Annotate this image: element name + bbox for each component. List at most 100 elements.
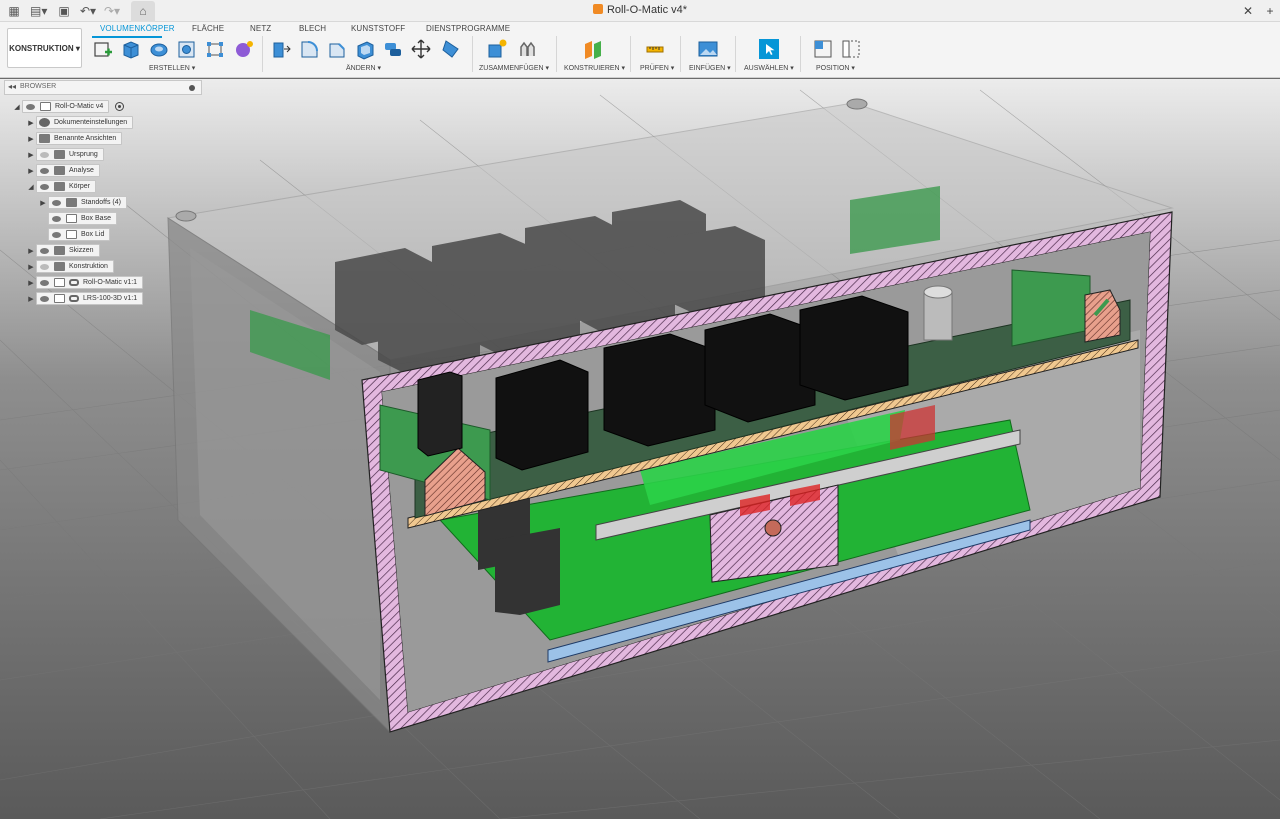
model-canvas[interactable] bbox=[0, 79, 1280, 819]
offset-plane-icon[interactable] bbox=[582, 38, 604, 60]
browser-node-ursprung[interactable]: ▶ Ursprung bbox=[26, 148, 104, 161]
visibility-eye-icon[interactable] bbox=[39, 295, 51, 303]
measure-icon[interactable] bbox=[644, 38, 666, 60]
pattern-icon[interactable] bbox=[204, 38, 226, 60]
expand-arrow-icon[interactable]: ▶ bbox=[26, 279, 36, 287]
browser-node-standoffs[interactable]: ▶ Standoffs (4) bbox=[38, 196, 127, 209]
expand-arrow-icon[interactable]: ▶ bbox=[26, 167, 36, 175]
tab-dienstprogramme[interactable]: DIENSTPROGRAMME bbox=[426, 24, 510, 33]
browser-node-label: Roll-O-Matic v1:1 bbox=[83, 279, 138, 286]
visibility-eye-icon[interactable] bbox=[39, 279, 51, 287]
visibility-eye-icon[interactable] bbox=[25, 103, 37, 111]
shell-icon[interactable] bbox=[354, 38, 376, 60]
hole-icon[interactable] bbox=[176, 38, 198, 60]
group-einfuegen[interactable]: EINFÜGEN ▾ bbox=[689, 64, 731, 72]
expand-arrow-icon[interactable]: ▶ bbox=[26, 151, 36, 159]
document-title: Roll-O-Matic v4* bbox=[0, 4, 1280, 16]
browser-node-root[interactable]: ◢ Roll-O-Matic v4 bbox=[12, 100, 125, 113]
browser-node-konstruktion[interactable]: ▶ Konstruktion bbox=[26, 260, 114, 273]
folder-icon bbox=[39, 134, 50, 143]
3d-viewport[interactable] bbox=[0, 79, 1280, 819]
browser-node-box-lid[interactable]: Box Lid bbox=[48, 228, 111, 241]
close-tab-icon[interactable]: ✕ bbox=[1240, 3, 1256, 19]
expand-arrow-icon[interactable]: ▶ bbox=[26, 263, 36, 271]
group-auswaehlen[interactable]: AUSWÄHLEN ▾ bbox=[744, 64, 794, 72]
press-pull-icon[interactable] bbox=[270, 38, 292, 60]
fillet-icon[interactable] bbox=[298, 38, 320, 60]
workspace-label: KONSTRUKTION ▾ bbox=[9, 43, 80, 53]
revolve-icon[interactable] bbox=[148, 38, 170, 60]
create-form-icon[interactable] bbox=[233, 38, 255, 60]
new-tab-icon[interactable]: + bbox=[1262, 3, 1278, 19]
expand-arrow-icon[interactable]: ▶ bbox=[26, 247, 36, 255]
folder-icon bbox=[54, 166, 65, 175]
create-sketch-icon[interactable] bbox=[92, 38, 114, 60]
group-aendern[interactable]: ÄNDERN ▾ bbox=[346, 64, 381, 72]
extrude-icon[interactable] bbox=[120, 38, 142, 60]
title-bar: ▦ ▤▾ ▣ ↶▾ ↷▾ ⌂ Roll-O-Matic v4* ✕ + bbox=[0, 0, 1280, 22]
group-pruefen[interactable]: PRÜFEN ▾ bbox=[640, 64, 674, 72]
folder-icon bbox=[54, 182, 65, 191]
tab-volumenkoerper[interactable]: VOLUMENKÖRPER bbox=[100, 24, 175, 33]
move-icon[interactable] bbox=[410, 38, 432, 60]
browser-node-analyse[interactable]: ▶ Analyse bbox=[26, 164, 100, 177]
group-konstruieren[interactable]: KONSTRUIEREN ▾ bbox=[564, 64, 625, 72]
fusion-logo-icon bbox=[592, 4, 603, 14]
visibility-eye-icon[interactable] bbox=[39, 151, 51, 159]
visibility-eye-icon[interactable] bbox=[39, 167, 51, 175]
panel-options-icon[interactable] bbox=[189, 85, 195, 91]
gear-icon bbox=[39, 118, 50, 127]
ribbon-separator bbox=[735, 36, 736, 72]
tab-flaeche[interactable]: FLÄCHE bbox=[192, 24, 224, 33]
chamfer-icon[interactable] bbox=[326, 38, 348, 60]
expand-arrow-icon[interactable]: ▶ bbox=[38, 199, 48, 207]
folder-icon bbox=[54, 150, 65, 159]
browser-node-skizzen[interactable]: ▶ Skizzen bbox=[26, 244, 100, 257]
group-erstellen[interactable]: ERSTELLEN ▾ bbox=[149, 64, 195, 72]
expand-arrow-icon[interactable]: ▶ bbox=[26, 135, 36, 143]
browser-node-koerper[interactable]: ◢ Körper bbox=[26, 180, 97, 193]
capture-position-icon[interactable] bbox=[840, 38, 862, 60]
activate-component-icon[interactable] bbox=[115, 102, 125, 111]
ribbon-separator bbox=[472, 36, 473, 72]
browser-node-lrs-100-link[interactable]: ▶ LRS-100-3D v1:1 bbox=[26, 292, 144, 305]
group-position[interactable]: POSITION ▾ bbox=[816, 64, 855, 72]
scale-icon[interactable] bbox=[440, 38, 462, 60]
ribbon-separator bbox=[680, 36, 681, 72]
align-icon[interactable] bbox=[812, 38, 834, 60]
workspace-switcher[interactable]: KONSTRUKTION ▾ bbox=[7, 28, 82, 68]
browser-node-benannte-ansichten[interactable]: ▶ Benannte Ansichten bbox=[26, 132, 123, 145]
browser-node-label: Box Base bbox=[81, 215, 111, 222]
tab-kunststoff[interactable]: KUNSTSTOFF bbox=[351, 24, 405, 33]
browser-node-box-base[interactable]: Box Base bbox=[48, 212, 117, 225]
visibility-eye-icon[interactable] bbox=[39, 247, 51, 255]
new-component-icon[interactable] bbox=[486, 38, 508, 60]
visibility-eye-icon[interactable] bbox=[51, 215, 63, 223]
visibility-eye-icon[interactable] bbox=[39, 183, 51, 191]
browser-node-label: LRS-100-3D v1:1 bbox=[83, 295, 138, 302]
ribbon-separator bbox=[800, 36, 801, 72]
visibility-eye-icon[interactable] bbox=[39, 263, 51, 271]
visibility-eye-icon[interactable] bbox=[51, 199, 63, 207]
component-icon bbox=[54, 294, 65, 303]
joint-icon[interactable] bbox=[516, 38, 538, 60]
collapse-arrow-icon[interactable]: ◢ bbox=[12, 103, 22, 111]
expand-arrow-icon[interactable]: ▶ bbox=[26, 295, 36, 303]
link-icon bbox=[69, 279, 79, 286]
browser-node-dokumenteinstellungen[interactable]: ▶ Dokumenteinstellungen bbox=[26, 116, 134, 129]
collapse-arrow-icon[interactable]: ◢ bbox=[26, 183, 36, 191]
visibility-eye-icon[interactable] bbox=[51, 231, 63, 239]
tab-netz[interactable]: NETZ bbox=[250, 24, 271, 33]
collapse-panel-icon[interactable]: ◂◂ bbox=[8, 82, 16, 91]
tab-blech[interactable]: BLECH bbox=[299, 24, 326, 33]
browser-node-roll-o-matic-link[interactable]: ▶ Roll-O-Matic v1:1 bbox=[26, 276, 144, 289]
browser-node-label: Benannte Ansichten bbox=[54, 135, 117, 142]
select-icon[interactable] bbox=[758, 38, 780, 60]
insert-image-icon[interactable] bbox=[697, 38, 719, 60]
expand-arrow-icon[interactable]: ▶ bbox=[26, 119, 36, 127]
folder-icon bbox=[54, 262, 65, 271]
group-zusammenfuegen[interactable]: ZUSAMMENFÜGEN ▾ bbox=[479, 64, 549, 72]
browser-panel-header[interactable]: ◂◂ BROWSER bbox=[4, 80, 202, 95]
combine-icon[interactable] bbox=[382, 38, 404, 60]
browser-node-label: Ursprung bbox=[69, 151, 98, 158]
